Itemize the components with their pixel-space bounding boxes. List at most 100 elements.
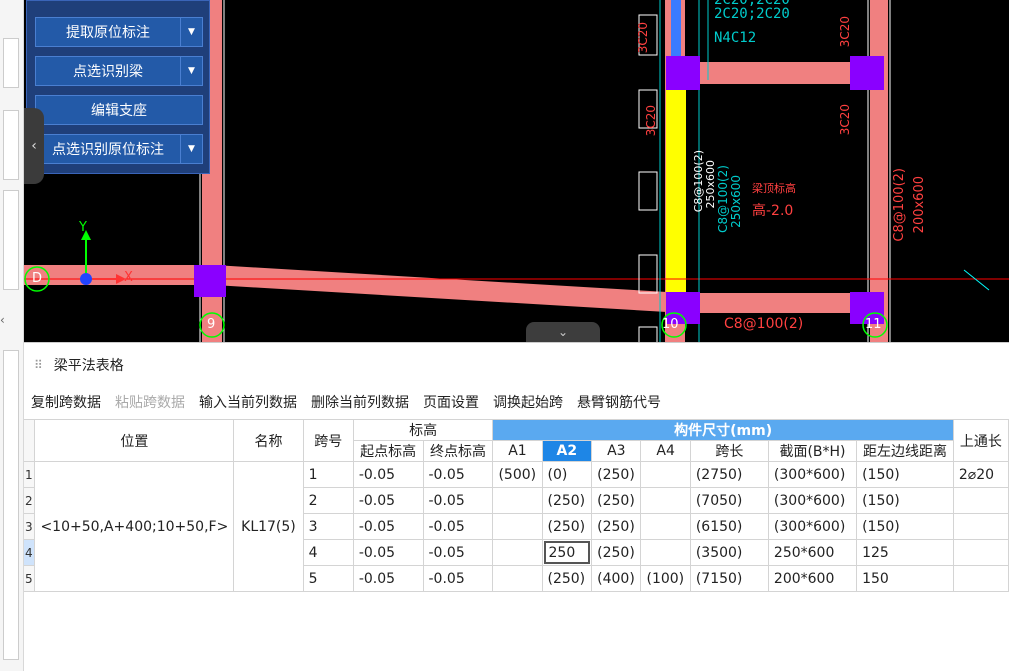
dock-tab[interactable] <box>3 110 19 180</box>
top-through-cell[interactable]: 2⌀20 <box>952 461 1009 488</box>
section-cell[interactable]: 250*600 <box>767 539 858 566</box>
edit-support-button[interactable]: 编辑支座 <box>35 95 203 125</box>
a4-cell[interactable] <box>640 539 691 566</box>
dropdown-arrow-icon[interactable]: ▼ <box>180 135 202 163</box>
paste-span-data-button[interactable]: 粘贴跨数据 <box>115 392 185 412</box>
end-elev-cell[interactable]: -0.05 <box>422 513 494 540</box>
header-end-elevation[interactable]: 终点标高 <box>422 440 494 462</box>
extract-annotation-button[interactable]: 提取原位标注 ▼ <box>35 17 203 47</box>
top-through-cell[interactable] <box>952 513 1009 540</box>
a1-cell[interactable] <box>492 539 543 566</box>
end-elev-cell[interactable]: -0.05 <box>422 539 494 566</box>
copy-span-data-button[interactable]: 复制跨数据 <box>31 392 101 412</box>
a2-cell[interactable]: (250) <box>541 487 593 514</box>
a4-cell[interactable] <box>640 513 691 540</box>
a4-cell[interactable]: (100) <box>640 565 691 592</box>
annotation-3c20-mid: 3C20 <box>644 105 658 137</box>
dist-left-cell[interactable]: 150 <box>856 565 954 592</box>
span-length-cell[interactable]: (2750) <box>689 461 769 488</box>
a2-cell[interactable]: (0) <box>541 461 593 488</box>
a2-cell[interactable]: (250) <box>541 565 593 592</box>
span-cell[interactable]: 4 <box>302 539 354 566</box>
chevron-left-icon[interactable]: ‹ <box>0 313 14 329</box>
a1-cell[interactable]: (500) <box>492 461 543 488</box>
a1-cell[interactable] <box>492 513 543 540</box>
dist-left-cell[interactable]: (150) <box>856 487 954 514</box>
section-cell[interactable]: (300*600) <box>767 461 858 488</box>
a4-cell[interactable] <box>640 487 691 514</box>
span-length-cell[interactable]: (6150) <box>689 513 769 540</box>
swap-start-span-button[interactable]: 调换起始跨 <box>493 392 563 412</box>
top-through-cell[interactable] <box>952 565 1009 592</box>
dropdown-arrow-icon[interactable]: ▼ <box>180 57 202 85</box>
span-cell[interactable]: 3 <box>302 513 354 540</box>
a3-cell[interactable]: (250) <box>591 461 642 488</box>
a1-cell[interactable] <box>492 487 543 514</box>
dist-left-cell[interactable]: 125 <box>856 539 954 566</box>
header-top-through[interactable]: 上通长 <box>952 419 1009 462</box>
drag-handle-icon[interactable]: ⠿ <box>34 358 43 372</box>
span-length-cell[interactable]: (3500) <box>689 539 769 566</box>
row-number[interactable]: 2 <box>24 487 36 514</box>
start-elev-cell[interactable]: -0.05 <box>352 539 424 566</box>
dock-tab[interactable] <box>3 38 19 88</box>
dist-left-cell[interactable]: (150) <box>856 513 954 540</box>
top-through-cell[interactable] <box>952 539 1009 566</box>
start-elev-cell[interactable]: -0.05 <box>352 513 424 540</box>
dock-tab[interactable] <box>3 190 19 290</box>
a4-cell[interactable] <box>640 461 691 488</box>
a3-cell[interactable]: (250) <box>591 539 642 566</box>
page-setup-button[interactable]: 页面设置 <box>423 392 479 412</box>
position-cell[interactable]: <10+50,A+400;10+50,F> <box>34 461 235 592</box>
row-number[interactable]: 4 <box>24 539 36 566</box>
a3-cell[interactable]: (250) <box>591 487 642 514</box>
start-elev-cell[interactable]: -0.05 <box>352 487 424 514</box>
a1-cell[interactable] <box>492 565 543 592</box>
row-number[interactable]: 1 <box>24 461 36 488</box>
a3-cell[interactable]: (400) <box>591 565 642 592</box>
start-elev-cell[interactable]: -0.05 <box>352 461 424 488</box>
header-dist-left[interactable]: 距左边线距离 <box>856 440 954 462</box>
header-span-no[interactable]: 跨号 <box>302 419 354 462</box>
a3-cell[interactable]: (250) <box>591 513 642 540</box>
header-section[interactable]: 截面(B*H) <box>767 440 858 462</box>
header-span-length[interactable]: 跨长 <box>689 440 769 462</box>
a2-cell-editing[interactable]: 250 <box>541 539 593 566</box>
dock-tab[interactable] <box>3 350 19 660</box>
header-name[interactable]: 名称 <box>233 419 304 462</box>
table-row[interactable]: 1 <10+50,A+400;10+50,F> KL17(5) 1 -0.05 … <box>24 461 1009 592</box>
header-start-elevation[interactable]: 起点标高 <box>352 440 424 462</box>
pick-identify-beam-button[interactable]: 点选识别梁 ▼ <box>35 56 203 86</box>
pick-identify-annotation-button[interactable]: 点选识别原位标注 ▼ <box>35 134 203 164</box>
input-column-data-button[interactable]: 输入当前列数据 <box>199 392 297 412</box>
a2-cell[interactable]: (250) <box>541 513 593 540</box>
section-cell[interactable]: (300*600) <box>767 487 858 514</box>
row-number[interactable]: 5 <box>24 565 36 592</box>
section-cell[interactable]: 200*600 <box>767 565 858 592</box>
span-cell[interactable]: 2 <box>302 487 354 514</box>
span-cell[interactable]: 5 <box>302 565 354 592</box>
span-length-cell[interactable]: (7050) <box>689 487 769 514</box>
start-elev-cell[interactable]: -0.05 <box>352 565 424 592</box>
name-cell[interactable]: KL17(5) <box>233 461 304 592</box>
dist-left-cell[interactable]: (150) <box>856 461 954 488</box>
chevron-left-icon[interactable]: ‹ <box>24 108 44 184</box>
header-a1[interactable]: A1 <box>492 440 543 462</box>
header-a4[interactable]: A4 <box>640 440 691 462</box>
row-number[interactable]: 3 <box>24 513 36 540</box>
end-elev-cell[interactable]: -0.05 <box>422 461 494 488</box>
cantilever-rebar-code-button[interactable]: 悬臂钢筋代号 <box>577 392 661 412</box>
end-elev-cell[interactable]: -0.05 <box>422 565 494 592</box>
end-elev-cell[interactable]: -0.05 <box>422 487 494 514</box>
chevron-down-icon[interactable]: ⌄ <box>526 322 600 342</box>
top-through-cell[interactable] <box>952 487 1009 514</box>
delete-column-data-button[interactable]: 删除当前列数据 <box>311 392 409 412</box>
header-a2[interactable]: A2 <box>541 440 593 462</box>
cell-editor[interactable]: 250 <box>543 541 591 564</box>
header-position[interactable]: 位置 <box>34 419 235 462</box>
span-cell[interactable]: 1 <box>302 461 354 488</box>
dropdown-arrow-icon[interactable]: ▼ <box>180 18 202 46</box>
header-a3[interactable]: A3 <box>591 440 642 462</box>
section-cell[interactable]: (300*600) <box>767 513 858 540</box>
span-length-cell[interactable]: (7150) <box>689 565 769 592</box>
